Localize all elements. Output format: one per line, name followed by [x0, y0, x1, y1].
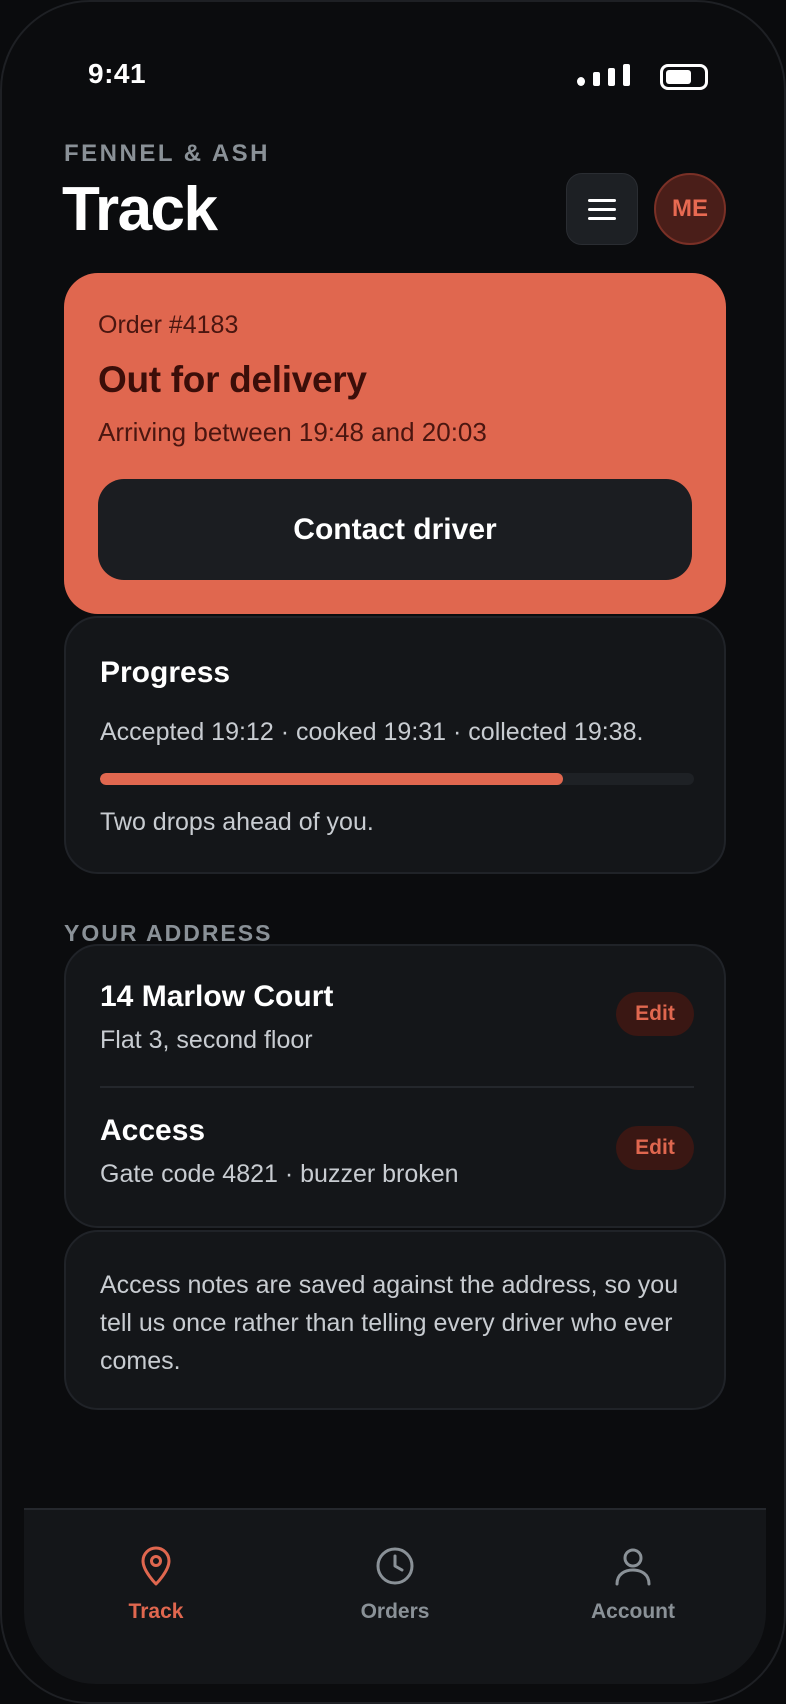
access-row: Access Gate code 4821 · buzzer broken Ed…	[100, 1114, 694, 1214]
address-card: 14 Marlow Court Flat 3, second floor Edi…	[64, 944, 726, 1228]
menu-icon-line	[588, 198, 616, 202]
tab-bar: Track Orders Account	[24, 1508, 766, 1684]
address-row: 14 Marlow Court Flat 3, second floor Edi…	[100, 980, 694, 1080]
address-detail: Flat 3, second floor	[100, 1026, 313, 1054]
progress-bar-fill	[100, 773, 564, 785]
order-eta: Arriving between 19:48 and 20:03	[98, 417, 487, 447]
access-detail: Gate code 4821 · buzzer broken	[100, 1160, 459, 1188]
map-pin-icon	[141, 1546, 171, 1586]
access-title: Access	[100, 1114, 206, 1147]
tab-label: Orders	[360, 1600, 430, 1623]
order-status: Out for delivery	[98, 359, 367, 400]
order-status-card: Order #4183 Out for delivery Arriving be…	[64, 273, 726, 614]
section-label-address: YOUR ADDRESS	[64, 920, 273, 946]
menu-icon-line	[588, 216, 616, 220]
page-title: Track	[62, 175, 218, 244]
signal-icon	[577, 64, 630, 86]
tab-label: Account	[591, 1600, 675, 1623]
access-note-text: Access notes are saved against the addre…	[100, 1271, 679, 1375]
edit-access-button[interactable]: Edit	[616, 1126, 694, 1170]
contact-driver-button[interactable]: Contact driver	[98, 479, 692, 580]
tab-orders[interactable]: Orders	[295, 1544, 495, 1624]
clock-icon	[376, 1547, 414, 1585]
tab-track[interactable]: Track	[56, 1544, 256, 1624]
menu-icon-line	[588, 207, 616, 211]
status-time: 9:41	[88, 58, 147, 89]
edit-address-button[interactable]: Edit	[616, 992, 694, 1036]
user-icon	[615, 1548, 651, 1586]
access-note-card: Access notes are saved against the addre…	[64, 1230, 726, 1410]
menu-button[interactable]	[566, 173, 638, 245]
divider	[100, 1086, 694, 1088]
tab-account[interactable]: Account	[533, 1544, 733, 1624]
progress-bar	[100, 773, 694, 785]
battery-icon	[660, 64, 708, 90]
tab-label: Track	[128, 1600, 184, 1623]
phone-frame: 9:41 FENNEL & ASH Track ME Order #4183 O…	[0, 0, 786, 1704]
order-number: Order #4183	[98, 311, 239, 339]
address-title: 14 Marlow Court	[100, 980, 334, 1013]
status-icons	[577, 64, 708, 90]
progress-card: Progress Accepted 19:12 · cooked 19:31 ·…	[64, 616, 726, 874]
avatar[interactable]: ME	[654, 173, 726, 245]
drops-ahead: Two drops ahead of you.	[100, 808, 374, 836]
progress-timeline: Accepted 19:12 · cooked 19:31 · collecte…	[100, 718, 644, 746]
progress-title: Progress	[100, 656, 231, 689]
brand-name: FENNEL & ASH	[64, 140, 271, 167]
